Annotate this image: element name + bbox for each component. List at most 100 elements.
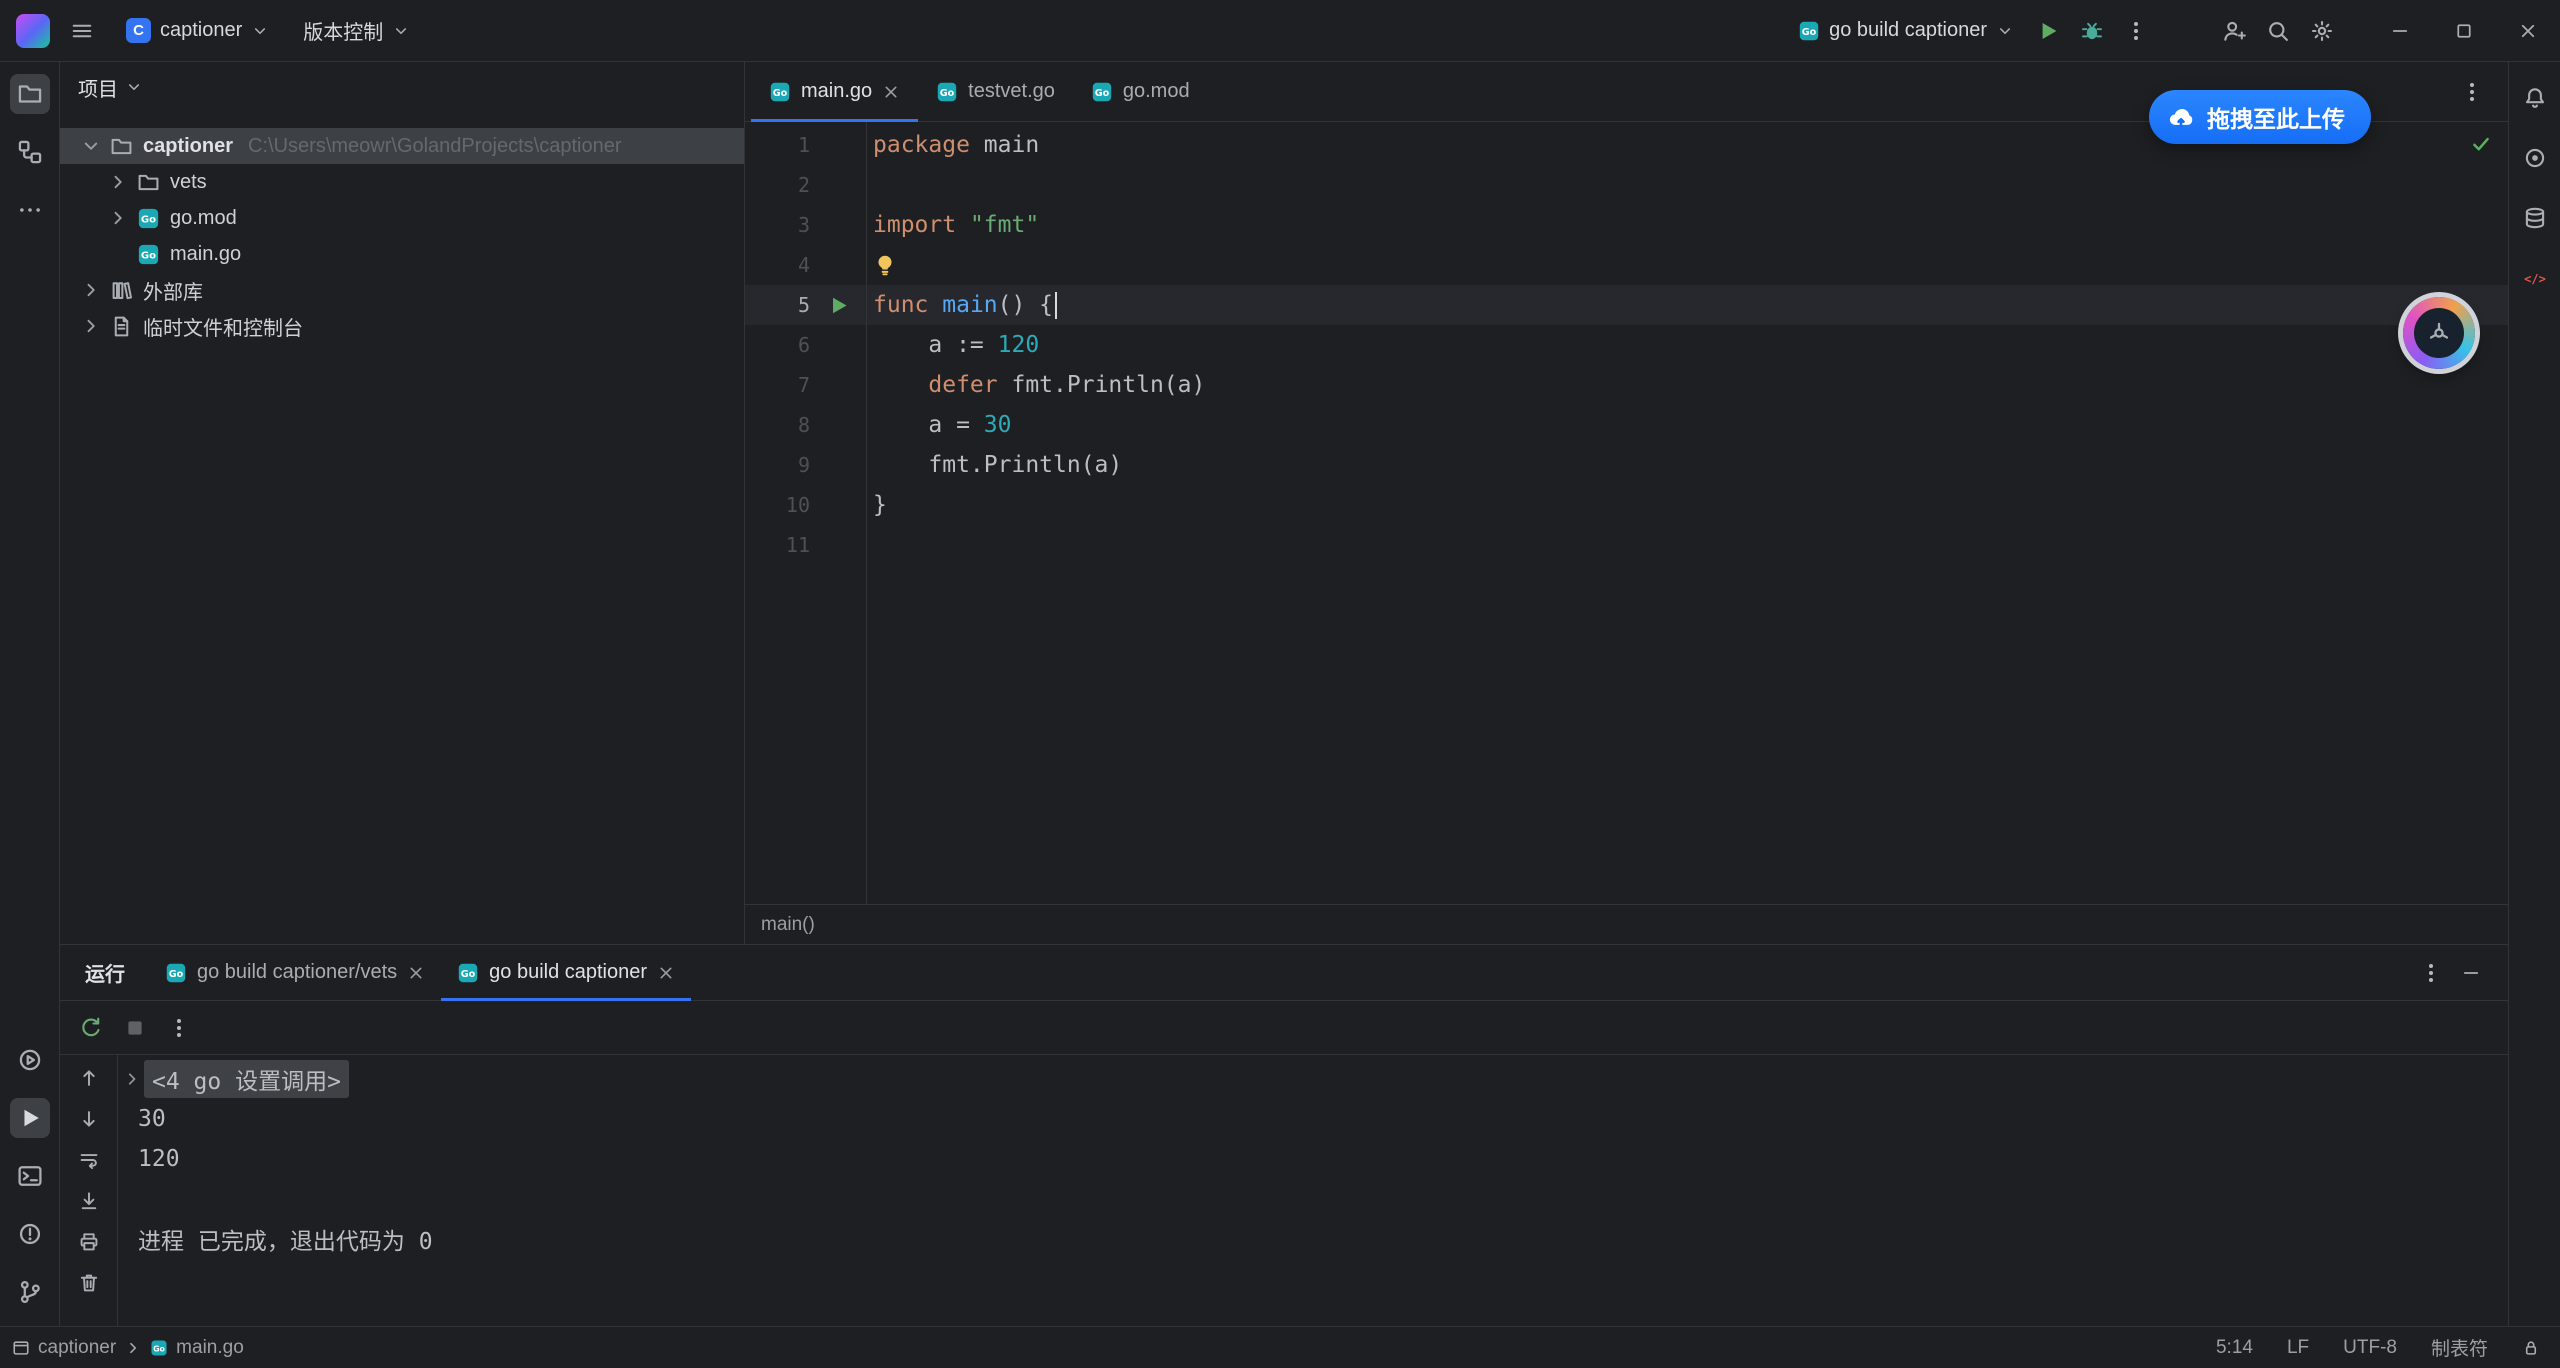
project-widget[interactable]: C captioner — [114, 11, 281, 51]
run-line-button[interactable] — [827, 294, 850, 317]
close-button[interactable] — [2496, 0, 2560, 61]
editor-tabs-more-button[interactable] — [2450, 72, 2494, 112]
next-occurrence-button[interactable] — [72, 1102, 106, 1136]
maximize-button[interactable] — [2432, 0, 2496, 61]
console-folded-region[interactable]: <4 go 设置调用> — [144, 1060, 349, 1098]
tab-label: testvet.go — [968, 80, 1055, 103]
status-bar: captioner Go main.go 5:14 LF UTF-8 制表符 — [0, 1326, 2560, 1368]
structure-toolwindow-button[interactable] — [10, 132, 50, 172]
soft-wrap-button[interactable] — [72, 1143, 106, 1177]
run-button[interactable] — [2026, 11, 2070, 51]
code-line[interactable]: 6 a := 120 — [745, 325, 2508, 365]
settings-button[interactable] — [2300, 11, 2344, 51]
tree-item[interactable]: Gomain.go — [60, 236, 744, 272]
upload-drop-overlay[interactable]: 拖拽至此上传 — [2149, 90, 2371, 144]
run-toolwindow-button[interactable] — [10, 1098, 50, 1138]
gutter-separator — [866, 122, 867, 904]
console-line: 120 — [138, 1139, 2508, 1179]
tree-item[interactable]: 临时文件和控制台 — [60, 308, 744, 344]
rerun-button[interactable] — [74, 1011, 108, 1045]
run-tab[interactable]: Gogo build captioner/vets — [149, 945, 441, 1000]
stop-button[interactable] — [118, 1011, 152, 1045]
close-icon — [2518, 21, 2538, 41]
ai-assistant-button[interactable] — [2515, 138, 2555, 178]
editor-tab[interactable]: Gotestvet.go — [918, 62, 1073, 121]
statusbar-breadcrumb: captioner Go main.go — [12, 1337, 244, 1359]
go-file-icon: Go — [165, 962, 187, 984]
line-separator-widget[interactable]: LF — [2287, 1337, 2309, 1359]
breadcrumb-context[interactable]: main() — [761, 914, 815, 936]
editor-tab[interactable]: Gogo.mod — [1073, 62, 1208, 121]
main-menu-button[interactable] — [60, 11, 104, 51]
minimize-button[interactable] — [2368, 0, 2432, 61]
code-line[interactable]: 9 fmt.Println(a) — [745, 445, 2508, 485]
more-dots-icon — [17, 197, 43, 223]
project-badge-icon: C — [126, 18, 151, 43]
clear-console-button[interactable] — [72, 1266, 106, 1300]
hide-icon — [2461, 963, 2481, 983]
right-tool-strip: </> — [2508, 62, 2560, 1326]
cloud-upload-icon — [2167, 103, 2195, 131]
run-config-widget[interactable]: Go go build captioner — [1786, 11, 2026, 51]
vcs-widget[interactable]: 版本控制 — [291, 11, 422, 51]
encoding-widget[interactable]: UTF-8 — [2343, 1337, 2397, 1359]
code-line[interactable]: 3import "fmt" — [745, 205, 2508, 245]
console-text: 120 — [138, 1146, 180, 1172]
chevron-right-icon — [80, 279, 102, 301]
notifications-button[interactable] — [2515, 78, 2555, 118]
code-line[interactable]: 5func main() { — [745, 285, 2508, 325]
titlebar-more-button[interactable] — [2114, 11, 2158, 51]
run-console[interactable]: <4 go 设置调用>30120 进程 已完成，退出代码为 0 — [118, 1055, 2508, 1326]
readonly-lock-button[interactable] — [2522, 1339, 2540, 1357]
run-toolbar-more-button[interactable] — [162, 1011, 196, 1045]
editor-tab[interactable]: Gomain.go — [751, 62, 918, 121]
check-icon — [2470, 133, 2492, 155]
project-tree: captionerC:\Users\meowr\GolandProjects\c… — [60, 112, 744, 344]
services-toolwindow-button[interactable] — [10, 1040, 50, 1080]
project-toolwindow-button[interactable] — [10, 74, 50, 114]
scroll-to-end-button[interactable] — [72, 1184, 106, 1218]
run-panel-more-button[interactable] — [2414, 956, 2448, 990]
indent-style-widget[interactable]: 制表符 — [2431, 1334, 2488, 1361]
console-text — [138, 1186, 152, 1212]
code-line[interactable]: 4 — [745, 245, 2508, 285]
floating-assistant-widget[interactable] — [2403, 297, 2475, 369]
tree-item[interactable]: 外部库 — [60, 272, 744, 308]
code-line[interactable]: 2 — [745, 165, 2508, 205]
code-line[interactable]: 8 a = 30 — [745, 405, 2508, 445]
prev-occurrence-button[interactable] — [72, 1061, 106, 1095]
code-line[interactable]: 7 defer fmt.Println(a) — [745, 365, 2508, 405]
statusbar-project-widget[interactable]: captioner — [12, 1337, 116, 1359]
caret-position-widget[interactable]: 5:14 — [2216, 1337, 2253, 1359]
debug-button[interactable] — [2070, 11, 2114, 51]
tab-close-button[interactable] — [657, 964, 675, 982]
search-everywhere-button[interactable] — [2256, 11, 2300, 51]
tab-close-button[interactable] — [407, 964, 425, 982]
gutter: 6 — [745, 325, 866, 365]
print-button[interactable] — [72, 1225, 106, 1259]
version-control-toolwindow-button[interactable] — [10, 1272, 50, 1312]
database-toolwindow-button[interactable] — [2515, 198, 2555, 238]
problems-toolwindow-button[interactable] — [10, 1214, 50, 1254]
tree-item[interactable]: captionerC:\Users\meowr\GolandProjects\c… — [60, 128, 744, 164]
tree-item[interactable]: vets — [60, 164, 744, 200]
inspections-status-widget[interactable] — [2470, 133, 2492, 161]
more-toolwindows-button[interactable] — [10, 190, 50, 230]
line-number: 2 — [745, 173, 810, 197]
statusbar-file-widget[interactable]: Go main.go — [150, 1337, 244, 1359]
run-tab[interactable]: Gogo build captioner — [441, 945, 691, 1000]
hide-toolwindow-button[interactable] — [2454, 956, 2488, 990]
lightbulb-icon[interactable] — [873, 253, 897, 277]
code-line[interactable]: 10} — [745, 485, 2508, 525]
project-panel-header[interactable]: 项目 — [60, 62, 744, 112]
tree-item[interactable]: Gogo.mod — [60, 200, 744, 236]
add-user-button[interactable] — [2212, 11, 2256, 51]
stop-icon — [123, 1016, 147, 1040]
editor-tabs: Gomain.goGotestvet.goGogo.mod — [751, 62, 1208, 121]
tab-close-button[interactable] — [882, 83, 900, 101]
endpoints-toolwindow-button[interactable]: </> — [2515, 258, 2555, 298]
code-line[interactable]: 11 — [745, 525, 2508, 565]
tree-item-label: go.mod — [170, 207, 237, 230]
code-area[interactable]: 1package main23import "fmt"45func main()… — [745, 122, 2508, 904]
terminal-toolwindow-button[interactable] — [10, 1156, 50, 1196]
